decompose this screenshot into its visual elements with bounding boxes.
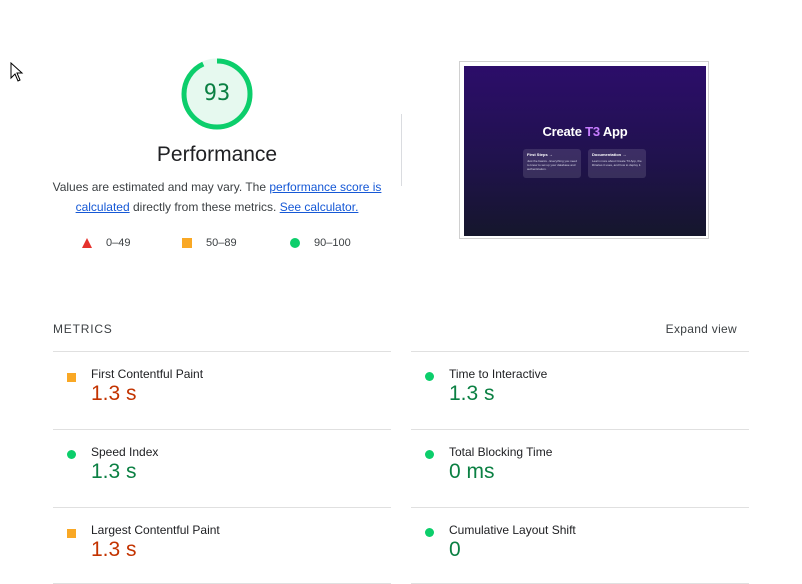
green-circle-icon bbox=[67, 450, 76, 459]
legend-average-label: 50–89 bbox=[206, 237, 237, 249]
metric-label: Speed Index bbox=[91, 445, 159, 459]
thumbnail-card-documentation: Documentation → Learn more about Create … bbox=[588, 149, 646, 178]
thumbnail-card-first-steps: First Steps → Just the basics - Everythi… bbox=[523, 149, 581, 178]
metric-label: First Contentful Paint bbox=[91, 367, 204, 381]
metric-value: 1.3 s bbox=[91, 538, 137, 561]
metric-first-contentful-paint: First Contentful Paint 1.3 s bbox=[53, 367, 373, 427]
green-circle-icon bbox=[425, 528, 434, 537]
green-circle-icon bbox=[425, 450, 434, 459]
metric-label: Total Blocking Time bbox=[449, 445, 553, 459]
description-text-middle: directly from these metrics. bbox=[129, 200, 280, 214]
lighthouse-report: 93 Performance Values are estimated and … bbox=[0, 0, 802, 584]
description-text: Values are estimated and may vary. The bbox=[52, 180, 270, 194]
legend-pass-label: 90–100 bbox=[314, 237, 351, 249]
mouse-pointer-icon bbox=[10, 62, 24, 82]
final-screenshot[interactable]: Create T3 App First Steps → Just the bas… bbox=[459, 61, 709, 239]
divider bbox=[53, 507, 391, 508]
see-calculator-link[interactable]: See calculator. bbox=[280, 200, 359, 214]
thumbnail-title: Create T3 App bbox=[542, 124, 628, 139]
divider bbox=[411, 507, 749, 508]
metric-label: Cumulative Layout Shift bbox=[449, 523, 576, 537]
orange-square-icon bbox=[67, 529, 76, 538]
metric-cumulative-layout-shift: Cumulative Layout Shift 0 bbox=[411, 523, 731, 583]
metric-value: 1.3 s bbox=[449, 382, 495, 405]
vertical-divider bbox=[401, 114, 402, 186]
score-description: Values are estimated and may vary. The p… bbox=[47, 177, 387, 217]
screenshot-image: Create T3 App First Steps → Just the bas… bbox=[464, 66, 706, 236]
green-circle-icon bbox=[290, 238, 300, 248]
metric-value: 1.3 s bbox=[91, 382, 137, 405]
divider bbox=[411, 429, 749, 430]
metric-speed-index: Speed Index 1.3 s bbox=[53, 445, 373, 505]
performance-gauge: 93 bbox=[180, 57, 254, 131]
metric-value: 0 bbox=[449, 538, 461, 561]
metric-largest-contentful-paint: Largest Contentful Paint 1.3 s bbox=[53, 523, 373, 583]
orange-square-icon bbox=[182, 238, 192, 248]
divider bbox=[411, 351, 749, 352]
metric-label: Largest Contentful Paint bbox=[91, 523, 220, 537]
metrics-header: METRICS bbox=[53, 322, 113, 336]
metric-value: 0 ms bbox=[449, 460, 495, 483]
orange-square-icon bbox=[67, 373, 76, 382]
green-circle-icon bbox=[425, 372, 434, 381]
gauge-title: Performance bbox=[156, 143, 278, 166]
expand-view-toggle[interactable]: Expand view bbox=[666, 322, 737, 336]
metric-time-to-interactive: Time to Interactive 1.3 s bbox=[411, 367, 731, 427]
metric-total-blocking-time: Total Blocking Time 0 ms bbox=[411, 445, 731, 505]
metric-value: 1.3 s bbox=[91, 460, 137, 483]
performance-score: 93 bbox=[203, 81, 231, 106]
score-legend: 0–49 50–89 90–100 bbox=[82, 235, 382, 251]
metric-label: Time to Interactive bbox=[449, 367, 548, 381]
divider bbox=[53, 429, 391, 430]
red-triangle-icon bbox=[82, 238, 92, 248]
divider bbox=[53, 351, 391, 352]
legend-fail-label: 0–49 bbox=[106, 237, 131, 249]
